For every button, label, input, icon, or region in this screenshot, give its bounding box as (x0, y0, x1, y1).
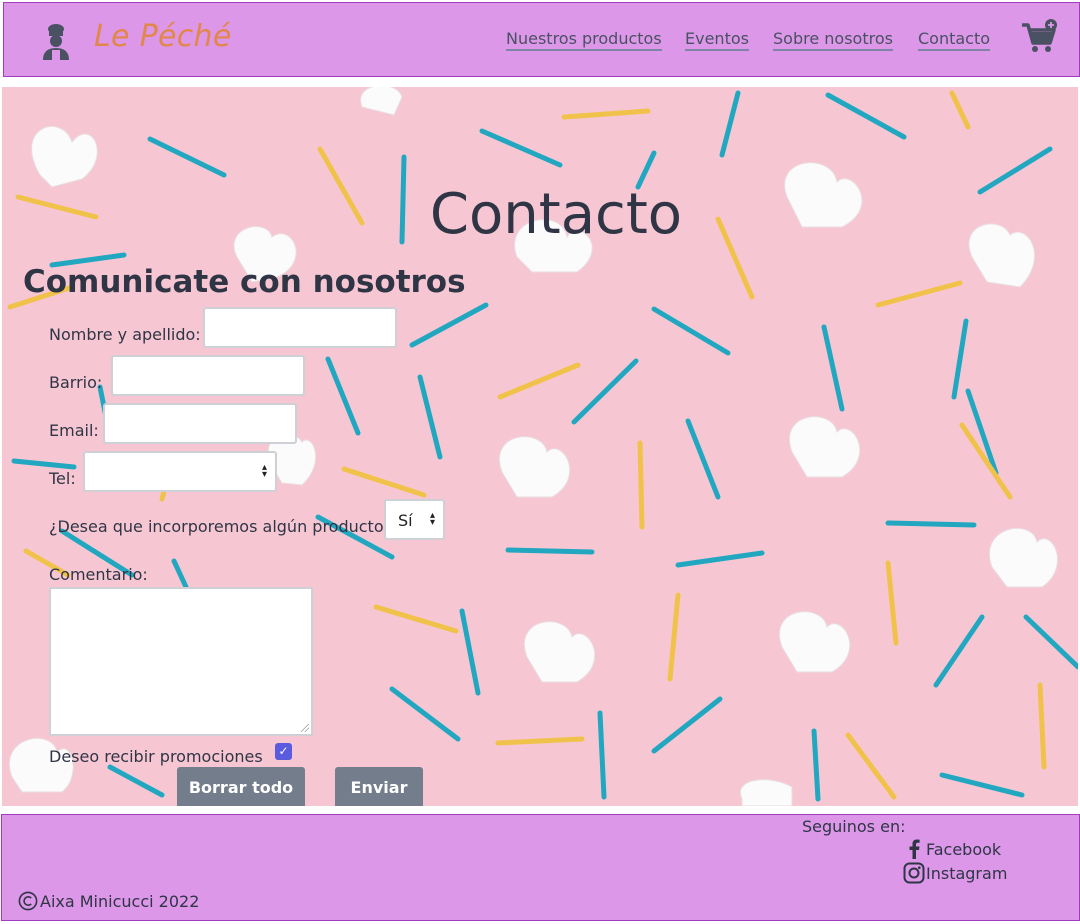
site-footer: Seguinos en: Facebook Instagram Aixa Min… (1, 814, 1080, 921)
reset-button[interactable]: Borrar todo (177, 767, 305, 806)
comment-label: Comentario: (49, 565, 148, 584)
brand-logo-text[interactable]: Le Péché (94, 19, 232, 54)
name-input[interactable] (203, 307, 397, 348)
contact-hero: Contacto Comunicate con nosotros Nombre … (2, 87, 1078, 806)
product-select[interactable]: Sí ▴ ▾ (384, 499, 445, 540)
barrio-input[interactable] (111, 355, 305, 396)
form-heading: Comunicate con nosotros (23, 264, 466, 300)
nav-link-contacto[interactable]: Contacto (918, 29, 991, 51)
promo-checkbox[interactable]: ✓ (275, 743, 292, 760)
name-label: Nombre y apellido: (49, 325, 201, 344)
instagram-link[interactable]: Instagram (926, 864, 1007, 883)
facebook-icon[interactable] (906, 839, 922, 859)
email-input[interactable] (103, 403, 297, 444)
nav-link-sobre-nosotros[interactable]: Sobre nosotros (773, 29, 893, 51)
stepper-arrows-icon[interactable]: ▴ ▾ (262, 463, 267, 480)
chef-icon (43, 24, 69, 60)
page-title: Contacto (429, 182, 683, 247)
resize-handle-icon[interactable] (301, 724, 309, 732)
email-label: Email: (49, 421, 99, 440)
copyright-text: Aixa Minicucci 2022 (40, 892, 200, 911)
cart-add-icon[interactable] (1020, 19, 1060, 55)
nav-link-productos[interactable]: Nuestros productos (506, 29, 662, 51)
facebook-link[interactable]: Facebook (926, 840, 1001, 859)
tel-stepper[interactable]: ▴ ▾ (83, 451, 277, 492)
submit-button[interactable]: Enviar (335, 767, 423, 806)
copyright-icon (18, 891, 38, 911)
comment-textarea[interactable] (49, 587, 313, 736)
select-arrows-icon: ▴ ▾ (429, 510, 435, 528)
product-select-value: Sí (398, 511, 413, 530)
site-header: Le Péché Nuestros productos Eventos Sobr… (3, 2, 1080, 77)
instagram-icon[interactable] (903, 862, 925, 884)
product-question-label: ¿Desea que incorporemos algún producto? (49, 517, 393, 536)
follow-label: Seguinos en: (802, 817, 906, 836)
nav-link-eventos[interactable]: Eventos (685, 29, 749, 51)
promo-label: Deseo recibir promociones (49, 747, 263, 766)
barrio-label: Barrio: (49, 373, 103, 392)
tel-label: Tel: (49, 469, 76, 488)
